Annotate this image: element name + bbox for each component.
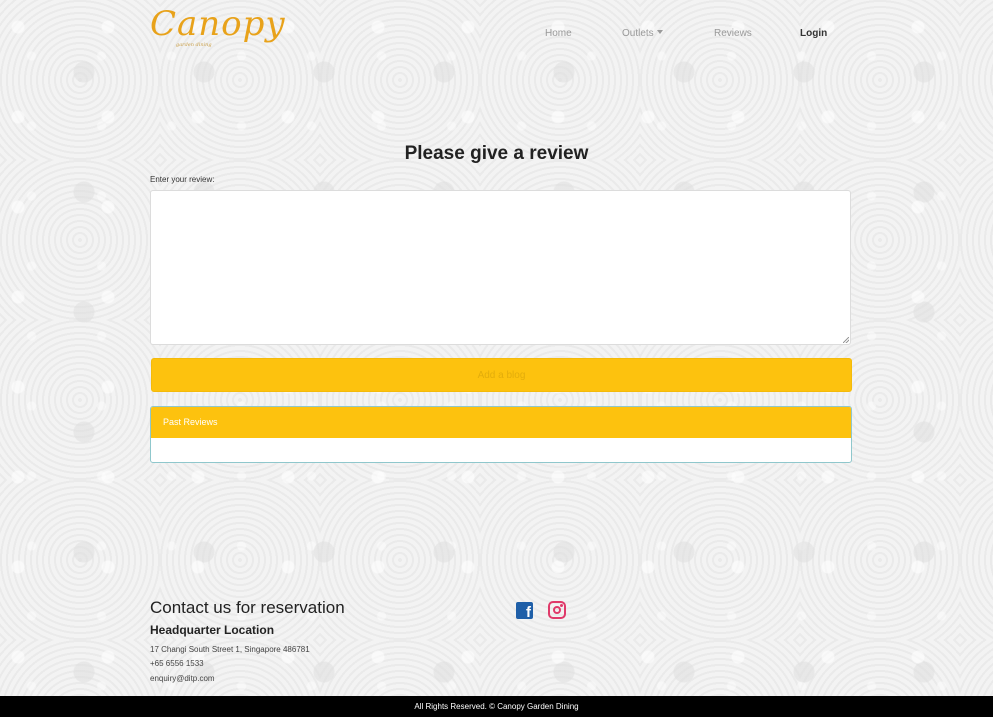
textarea-resize-handle[interactable] [843, 337, 849, 343]
nav-home-link[interactable]: Home [545, 28, 572, 39]
add-blog-button[interactable]: Add a blog [151, 358, 852, 392]
address-text: 17 Changi South Street 1, Singapore 4867… [150, 645, 310, 654]
hq-title: Headquarter Location [150, 623, 275, 637]
phone-text: +65 6556 1533 [150, 659, 204, 668]
chevron-down-icon [656, 30, 663, 34]
nav-outlets-label: Outlets [622, 28, 654, 39]
instagram-icon[interactable] [548, 601, 566, 619]
review-textarea[interactable] [150, 190, 851, 345]
brand-logo[interactable]: Canopy [150, 4, 286, 44]
brand-tagline: garden dining [176, 42, 212, 48]
email-text: enquiry@ditp.com [150, 674, 215, 683]
facebook-icon[interactable]: f [516, 602, 533, 620]
page-title: Please give a review [404, 143, 589, 164]
contact-title: Contact us for reservation [150, 598, 345, 617]
navbar: Canopy garden dining Home Outlets Review… [0, 0, 993, 70]
review-label: Enter your review: [150, 175, 215, 184]
past-reviews-header: Past Reviews [151, 407, 851, 438]
copyright-bar: All Rights Reserved. © Canopy Garden Din… [0, 696, 993, 717]
nav-outlets-dropdown[interactable]: Outlets [622, 28, 663, 39]
nav-reviews-link[interactable]: Reviews [714, 28, 752, 39]
past-reviews-card: Past Reviews [150, 406, 852, 463]
nav-login-link[interactable]: Login [800, 28, 827, 39]
